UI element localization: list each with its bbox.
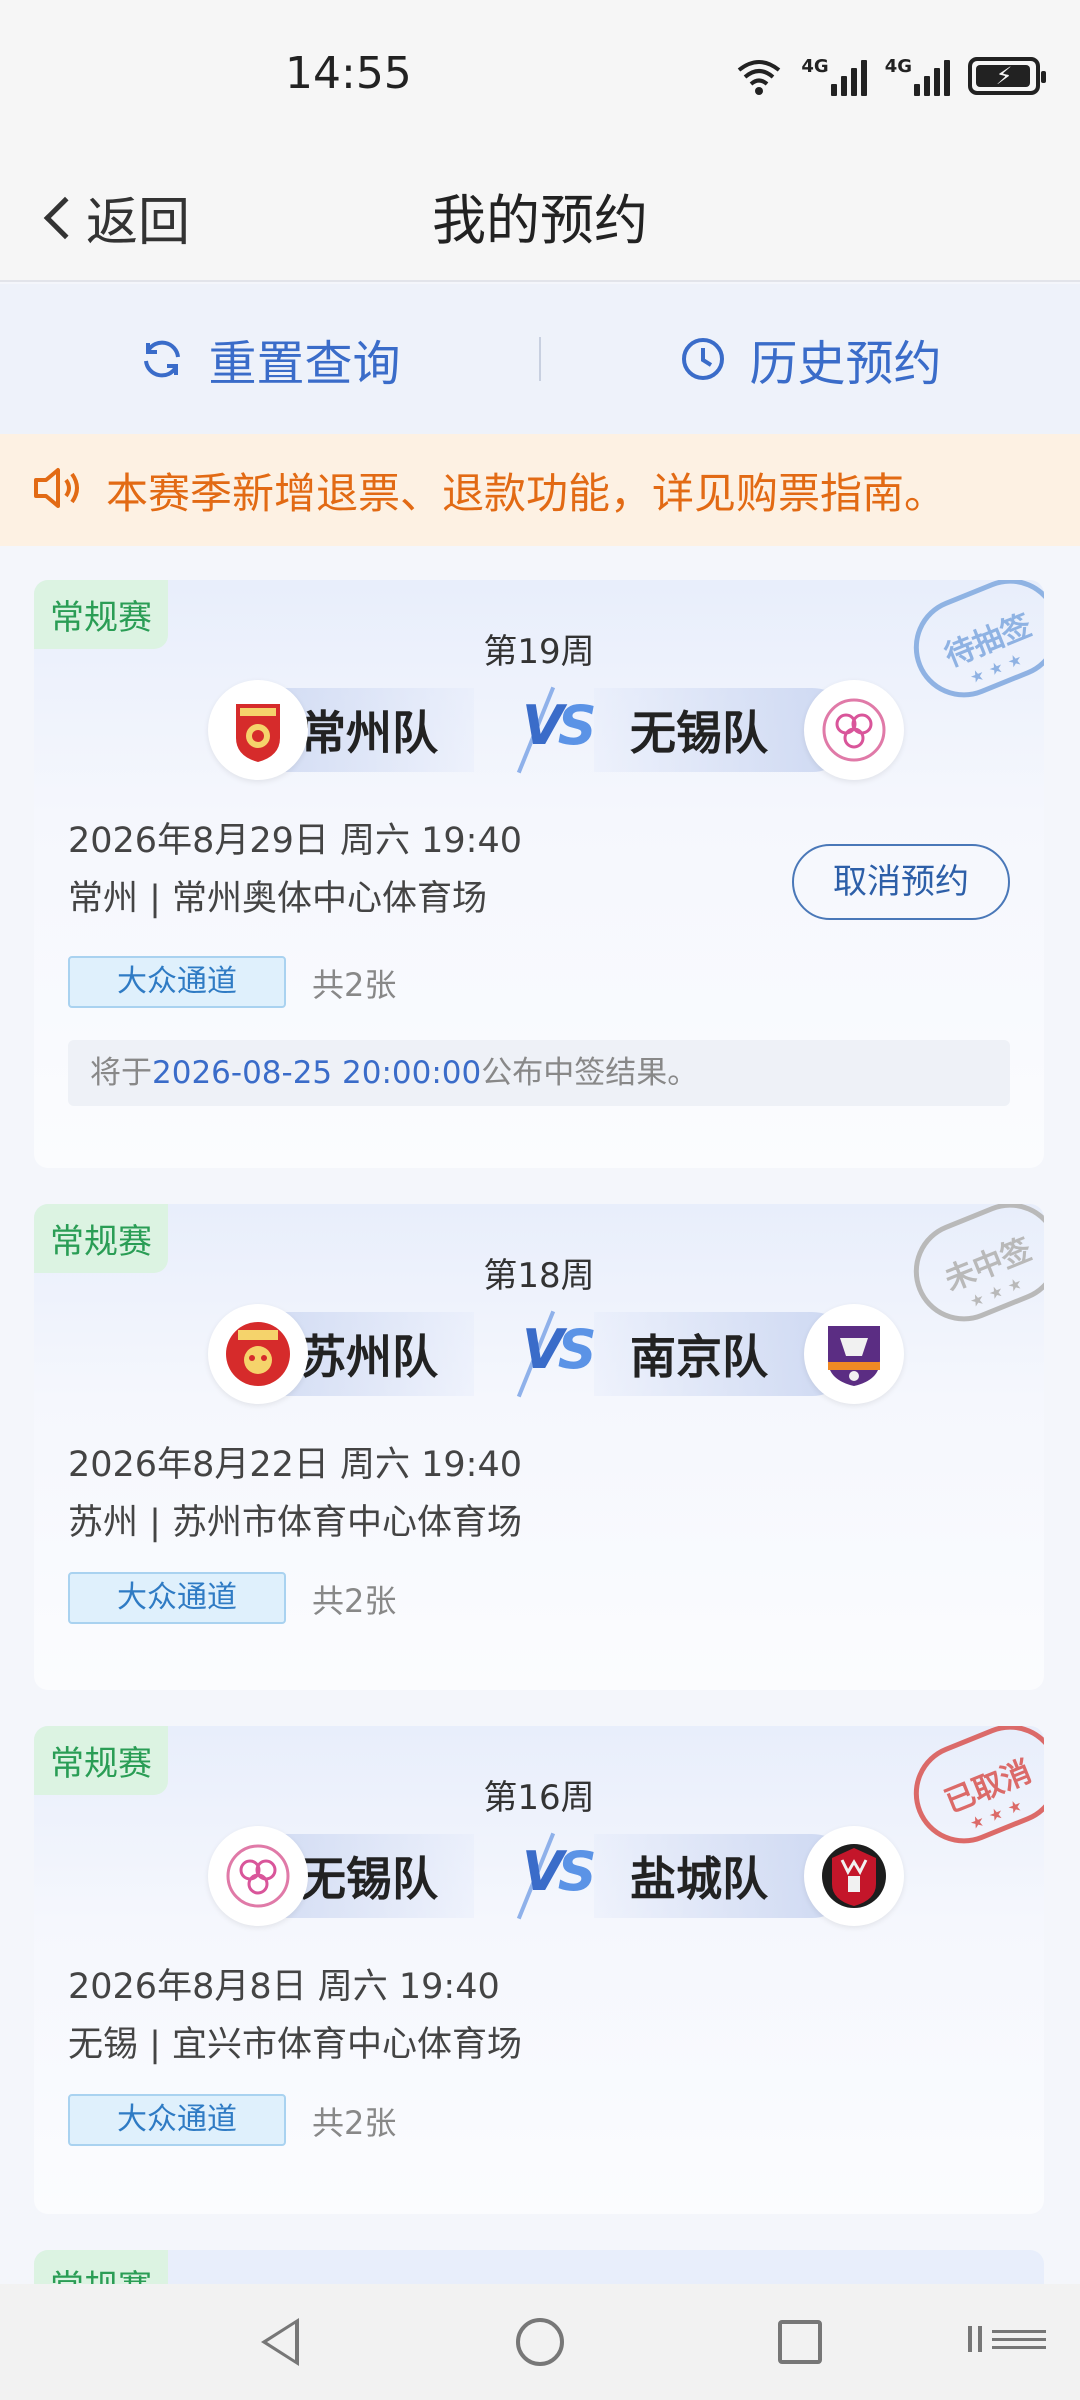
vs-text: VS (522, 1840, 597, 1903)
wuxi-logo-icon (208, 1826, 308, 1926)
signal-2-icon: 4G (885, 56, 950, 96)
match-datetime: 2026年8月22日 周六 19:40 (68, 1445, 522, 1485)
match-venue: 无锡 | 宜兴市体育中心体育场 (68, 2025, 523, 2065)
nav-back-button[interactable] (250, 2312, 310, 2372)
reservation-card[interactable]: 常规赛 未中签 ★★★ 第18周 苏州队 南京队 VS 2026年8月22日 周… (34, 1204, 1044, 1690)
match-row: 常州队 无锡队 VS (34, 680, 1044, 780)
home-team-name: 无锡队 (300, 1852, 438, 1906)
vs-text: VS (522, 694, 597, 757)
round-label: 第19周 (483, 632, 595, 672)
match-venue: 苏州 | 苏州市体育中心体育场 (68, 1503, 523, 1543)
home-team-name: 苏州队 (300, 1330, 438, 1384)
nanjing-logo-icon (804, 1304, 904, 1404)
system-nav-bar (0, 2284, 1080, 2400)
notice-text: 本赛季新增退票、退款功能，详见购票指南。 (106, 468, 947, 518)
note-suffix: 公布中签结果。 (481, 1055, 699, 1091)
triangle-back-icon (261, 2318, 299, 2366)
vs-label: VS (522, 694, 597, 757)
match-datetime: 2026年8月8日 周六 19:40 (68, 1967, 500, 2007)
wifi-icon (735, 56, 783, 96)
square-recents-icon (778, 2320, 822, 2364)
ticket-count: 共2张 (312, 1582, 397, 1620)
status-time: 14:55 (285, 48, 412, 99)
round-label: 第16周 (483, 1778, 595, 1818)
vs-label: VS (522, 1318, 597, 1381)
lottery-result-note: 将于2026-08-25 20:00:00公布中签结果。 (68, 1040, 1010, 1106)
speaker-icon (30, 460, 86, 520)
yancheng-logo-icon (804, 1826, 904, 1926)
status-icons: 4G 4G ⚡ (735, 56, 1046, 96)
vs-label: VS (522, 1840, 597, 1903)
home-team-name: 常州队 (300, 706, 438, 760)
wuxi-logo-icon (804, 680, 904, 780)
match-row: 无锡队 盐城队 VS (34, 1826, 1044, 1926)
note-prefix: 将于 (90, 1055, 152, 1091)
nav-menu-button[interactable] (964, 2324, 1052, 2358)
reset-query-button[interactable]: 重置查询 (0, 324, 539, 394)
action-bar: 重置查询 历史预约 (0, 284, 1080, 434)
nav-recents-button[interactable] (770, 2312, 830, 2372)
notice-banner: 本赛季新增退票、退款功能，详见购票指南。 (0, 434, 1080, 546)
page-title: 我的预约 (432, 189, 648, 252)
reservation-card[interactable]: 常规赛 待抽签 ★★★ 第19周 常州队 无锡队 VS 2026年8月29日 周… (34, 580, 1044, 1168)
away-team-name: 南京队 (630, 1330, 768, 1384)
cancel-reservation-button[interactable]: 取消预约 (792, 844, 1010, 920)
suzhou-logo-icon (208, 1304, 308, 1404)
signal-1-icon: 4G (801, 56, 867, 96)
ticket-count: 共2张 (312, 966, 397, 1004)
match-row: 苏州队 南京队 VS (34, 1304, 1044, 1404)
nav-home-button[interactable] (510, 2312, 570, 2372)
history-reservations-label: 历史预约 (749, 336, 942, 392)
round-label: 第18周 (483, 1256, 595, 1296)
signal-1-label: 4G (801, 56, 829, 77)
reset-query-label: 重置查询 (208, 336, 401, 392)
channel-badge: 大众通道 (68, 956, 286, 1008)
circle-home-icon (516, 2318, 564, 2366)
match-venue: 常州 | 常州奥体中心体育场 (68, 879, 488, 919)
channel-badge: 大众通道 (68, 1572, 286, 1624)
match-datetime: 2026年8月29日 周六 19:40 (68, 821, 522, 861)
status-bar: 14:55 4G 4G ⚡ (0, 0, 1080, 150)
away-team-name: 无锡队 (630, 706, 768, 760)
history-reservations-button[interactable]: 历史预约 (541, 324, 1080, 394)
signal-2-label: 4G (884, 56, 912, 77)
vs-text: VS (522, 1318, 597, 1381)
away-team-name: 盐城队 (630, 1852, 768, 1906)
refresh-icon (138, 335, 186, 383)
channel-badge: 大众通道 (68, 2094, 286, 2146)
changzhou-logo-icon (208, 680, 308, 780)
battery-charging-icon: ⚡ (968, 57, 1046, 95)
page-header: 返回 我的预约 (0, 150, 1080, 282)
ticket-count: 共2张 (312, 2104, 397, 2142)
note-time: 2026-08-25 20:00:00 (152, 1055, 482, 1091)
reservation-card[interactable]: 常规赛 已取消 ★★★ 第16周 无锡队 盐城队 VS 2026年8月8日 周六… (34, 1726, 1044, 2214)
clock-icon (679, 335, 727, 383)
